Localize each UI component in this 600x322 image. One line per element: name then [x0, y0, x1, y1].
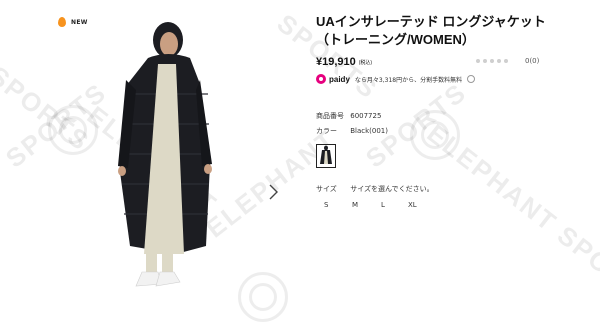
- product-number-value: 6007725: [350, 112, 382, 120]
- color-swatch-black[interactable]: [316, 144, 336, 168]
- rating-dot-icon: [490, 59, 494, 63]
- new-badge: NEW: [58, 17, 88, 27]
- paidy-installment[interactable]: paidy なら月々3,318円から、分割手数料無料: [316, 74, 476, 84]
- watermark-logo: [48, 105, 98, 155]
- color-value: Black(001): [350, 127, 388, 135]
- product-title: UAインサレーテッド ロングジャケット （トレーニング/WOMEN）: [316, 13, 576, 49]
- rating-dot-icon: [504, 59, 508, 63]
- next-image-arrow-icon[interactable]: [266, 183, 280, 201]
- watermark-logo: [410, 110, 460, 160]
- product-title-line2: （トレーニング/WOMEN）: [316, 32, 475, 47]
- color-row: カラー Black(001): [316, 126, 388, 136]
- rating-dot-icon: [497, 59, 501, 63]
- product-image: [118, 22, 212, 287]
- rating-dot-icon: [476, 59, 480, 63]
- new-badge-label: NEW: [71, 18, 88, 26]
- size-row: サイズ サイズを選んでください。: [316, 184, 434, 194]
- paidy-brand: paidy: [329, 74, 350, 84]
- size-prompt: サイズを選んでください。: [350, 185, 434, 193]
- size-option-xl[interactable]: XL: [408, 201, 417, 209]
- paidy-logo-icon: [316, 74, 326, 84]
- tax-note: (税込): [358, 60, 373, 66]
- swatch-thumbnail-icon: [320, 145, 332, 164]
- size-label: サイズ: [316, 185, 337, 193]
- color-label: カラー: [316, 127, 337, 135]
- rating-dot-icon: [483, 59, 487, 63]
- product-number-row: 商品番号 6007725: [316, 111, 381, 121]
- flame-icon: [58, 17, 66, 27]
- price-value: ¥19,910: [316, 56, 356, 68]
- paidy-text: なら月々3,318円から、分割手数料無料: [354, 76, 463, 84]
- review-count: 0(0): [525, 57, 540, 65]
- info-icon[interactable]: [467, 75, 476, 83]
- size-option-m[interactable]: M: [352, 201, 358, 209]
- size-option-s[interactable]: S: [324, 201, 328, 209]
- watermark-logo: [238, 272, 288, 322]
- review-rating[interactable]: 0(0): [476, 57, 539, 65]
- product-title-line1: UAインサレーテッド ロングジャケット: [316, 14, 546, 29]
- product-price: ¥19,910 (税込): [316, 56, 372, 68]
- size-option-l[interactable]: L: [381, 201, 385, 209]
- product-number-label: 商品番号: [316, 112, 344, 120]
